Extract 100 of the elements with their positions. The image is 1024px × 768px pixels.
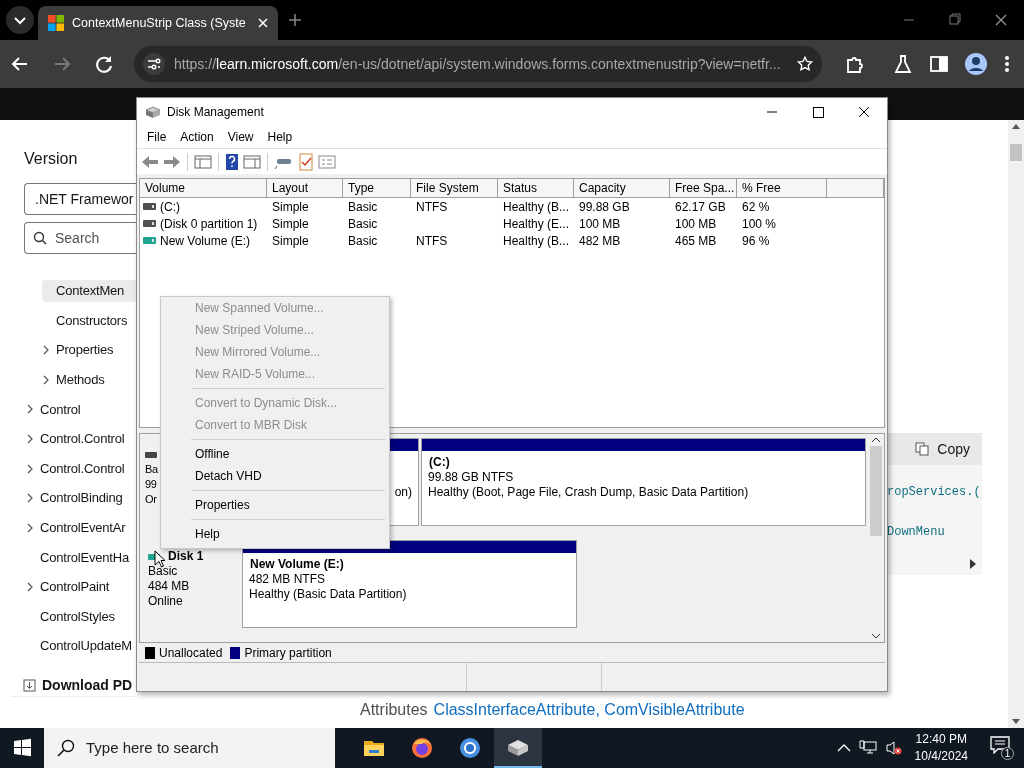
partition-info: on)	[394, 485, 412, 500]
circle-browser-icon	[458, 736, 482, 760]
tree-item[interactable]: Control.Control	[24, 427, 136, 450]
table-cell-text: 100 %	[742, 215, 777, 233]
tab-title: ContextMenuStrip Class (Syste	[72, 14, 247, 32]
column-header[interactable]: Free Spa...	[670, 179, 737, 197]
column-header[interactable]: Volume	[140, 179, 267, 197]
notification-button[interactable]: 1	[990, 736, 1014, 760]
disk-info: Basic	[148, 564, 178, 579]
table-cell-text: 96 %	[742, 232, 770, 250]
table-cell-text: (C:)	[160, 198, 180, 216]
attributes-link[interactable]: ClassInterfaceAttribute, ComVisibleAttribute	[433, 698, 745, 722]
copy-button[interactable]: Copy	[885, 433, 982, 465]
menu-item[interactable]: Offline	[161, 443, 389, 465]
scrollbar-thumb[interactable]	[1010, 144, 1022, 161]
menu-item[interactable]: File	[140, 128, 174, 146]
taskbar-app-button[interactable]	[494, 728, 542, 768]
column-header[interactable]: Layout	[267, 179, 343, 197]
table-cell-text: Healthy (B...	[503, 198, 570, 216]
table-cell-text: Simple	[272, 198, 309, 216]
tree-item[interactable]: Control	[24, 398, 136, 421]
forward-icon[interactable]	[163, 153, 181, 170]
scroll-up-icon[interactable]	[1011, 122, 1021, 130]
tab-search-button[interactable]	[5, 5, 35, 35]
table-cell-text: New Volume (E:)	[160, 232, 251, 250]
muted-speaker-icon[interactable]	[884, 740, 903, 756]
tree-item[interactable]: ContextMen	[42, 280, 136, 302]
scroll-down-icon[interactable]	[871, 632, 881, 640]
tree-item[interactable]: Properties	[24, 339, 136, 362]
mouse-cursor-icon	[154, 550, 166, 568]
tree-item[interactable]: Methods	[24, 368, 136, 391]
code-line: ropServices.(	[886, 484, 982, 501]
table-cell-text: 482 MB	[579, 232, 621, 250]
tree-item[interactable]: Control.Control	[24, 457, 136, 480]
chevron-right-icon	[42, 374, 50, 385]
menu-item[interactable]: Detach VHD	[161, 465, 389, 487]
flask-icon[interactable]	[892, 53, 914, 75]
tree-item[interactable]: ControlBinding	[24, 487, 136, 510]
disk-info: Ba	[145, 462, 158, 477]
pane-icon[interactable]	[194, 153, 212, 170]
scroll-right-icon[interactable]	[970, 559, 976, 569]
scroll-up-icon[interactable]	[871, 436, 881, 444]
network-icon[interactable]	[858, 740, 877, 756]
fox-browser-icon	[410, 736, 434, 760]
site-info-icon[interactable]	[142, 52, 166, 76]
url-text: https://learn.microsoft.com/en-us/dotnet/api/system.windows.forms.contextmenustrip?view=netfr...	[174, 54, 782, 74]
bookmark-star-icon[interactable]	[796, 55, 814, 73]
tree-item[interactable]: ControlEventAr	[24, 516, 136, 539]
checklist-icon[interactable]	[298, 152, 314, 171]
column-header[interactable]: Status	[498, 179, 574, 197]
search-input[interactable]: Type here to search	[86, 736, 316, 760]
menu-icon[interactable]	[1002, 53, 1012, 75]
scrollbar[interactable]	[1008, 120, 1024, 728]
chevron-up-icon[interactable]	[836, 743, 851, 753]
clock-date[interactable]: 10/4/2024	[914, 748, 968, 765]
search-field[interactable]: Search	[24, 222, 136, 254]
menu-item[interactable]: Properties	[161, 494, 389, 516]
new-tab-icon[interactable]	[288, 13, 302, 27]
table-cell-text: 100 MB	[675, 215, 717, 233]
table-cell-text: Basic	[348, 232, 378, 250]
chevron-right-icon	[42, 345, 50, 356]
address-bar[interactable]: https://learn.microsoft.com/en-us/dotnet/api/system.windows.forms.contextmenustrip?view=netfr...	[134, 46, 822, 82]
partition[interactable]: New Volume (E:) 482 MB NTFS Healthy (Basic Data Partition)	[242, 540, 577, 628]
close-icon[interactable]	[258, 18, 268, 28]
scrollbar-thumb[interactable]	[870, 446, 882, 536]
profile-avatar-icon[interactable]	[964, 52, 988, 76]
menu-item[interactable]: View	[220, 128, 261, 146]
tree-item[interactable]: ControlEventHa	[24, 546, 136, 569]
browser-tab[interactable]: ContextMenuStrip Class (Syste	[38, 6, 278, 40]
clock-time[interactable]: 12:40 PM	[915, 731, 967, 748]
column-header[interactable]: % Free	[737, 179, 827, 197]
column-header[interactable]: Type	[343, 179, 411, 197]
download-pdf-button[interactable]: Download PD	[11, 675, 136, 697]
taskbar-search-field[interactable]: Type here to search	[44, 728, 335, 768]
partition-title: New Volume (E:)	[249, 557, 345, 572]
side-panel-icon[interactable]	[928, 53, 950, 75]
table-cell-text: 62 %	[742, 198, 770, 216]
tree-item[interactable]: Constructors	[24, 309, 136, 332]
scroll-down-icon[interactable]	[1011, 718, 1021, 726]
help-icon[interactable]	[225, 152, 239, 171]
table-cell-text: Basic	[348, 198, 378, 216]
column-header[interactable]: Capacity	[574, 179, 670, 197]
menu-item[interactable]: Help	[260, 128, 300, 146]
search-icon	[56, 738, 76, 758]
chevron-right-icon	[26, 404, 34, 415]
table-cell-text: (Disk 0 partition 1)	[160, 215, 258, 233]
disk-info: Online	[148, 594, 183, 609]
search-input[interactable]: Search	[55, 227, 115, 249]
tree-item[interactable]: ControlStyles	[24, 605, 136, 628]
partition[interactable]: (C:) 99.88 GB NTFS Healthy (Boot, Page File, Crash Dump, Basic Data Partition)	[421, 438, 866, 526]
tree-item[interactable]: ControlPaint	[24, 575, 136, 598]
table-cell-text: Simple	[272, 215, 309, 233]
tree-item[interactable]: ControlUpdateM	[24, 635, 136, 658]
chevron-right-icon	[26, 493, 34, 504]
table-cell-text: 100 MB	[579, 215, 621, 233]
disk-name: Disk 1	[168, 549, 204, 564]
table-cell-text: NTFS	[416, 232, 448, 250]
menu-item[interactable]: Action	[173, 128, 221, 146]
table-cell-text: Simple	[272, 232, 309, 250]
column-header[interactable]: File System	[411, 179, 498, 197]
